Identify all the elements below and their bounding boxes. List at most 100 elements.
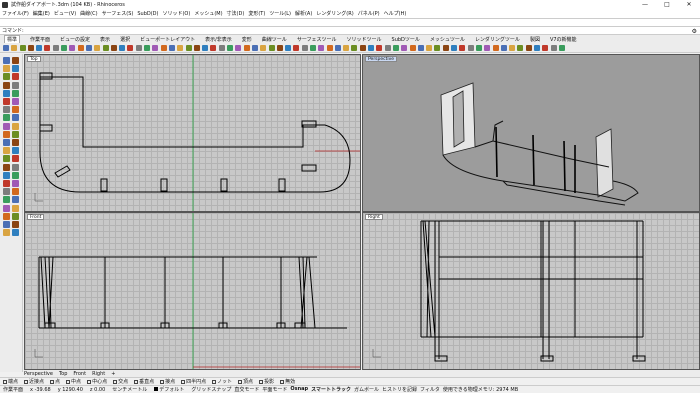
toolbar-tool-icon[interactable] — [492, 44, 499, 51]
toolbar-tool-icon[interactable] — [417, 44, 424, 51]
osnap-tan[interactable]: 接点 — [160, 378, 175, 385]
menu-edit[interactable]: 編集(E) — [33, 10, 50, 17]
toolbar-tool-icon[interactable] — [85, 44, 92, 51]
add-viewport-tab-button[interactable]: + — [111, 371, 115, 377]
osnap-point[interactable]: 点 — [50, 378, 60, 385]
palette-tool-icon[interactable] — [3, 81, 10, 89]
palette-tool-icon[interactable] — [12, 196, 19, 204]
tab-mesh-tools[interactable]: メッシュツール — [430, 36, 465, 43]
palette-tool-icon[interactable] — [3, 106, 10, 114]
palette-tool-icon[interactable] — [12, 212, 19, 220]
tab-select[interactable]: 選択 — [120, 36, 130, 43]
palette-tool-icon[interactable] — [3, 180, 10, 187]
toolbar-tool-icon[interactable] — [558, 44, 565, 51]
pane-osnap[interactable]: Osnap — [290, 386, 308, 393]
toolbar-tool-icon[interactable] — [202, 44, 209, 51]
toolbar-tool-icon[interactable] — [509, 44, 516, 51]
toolbar-tool-icon[interactable] — [160, 44, 167, 51]
palette-tool-icon[interactable] — [12, 171, 19, 179]
tab-perspective[interactable]: Perspective — [24, 371, 53, 377]
osnap-disable[interactable]: 無効 — [280, 378, 295, 385]
tab-top[interactable]: Top — [59, 371, 67, 377]
viewport-right[interactable]: Right — [362, 212, 700, 370]
palette-tool-icon[interactable] — [12, 106, 19, 114]
tab-set-view[interactable]: ビューの設定 — [60, 36, 90, 43]
palette-tool-icon[interactable] — [3, 212, 10, 220]
tab-solid-tools[interactable]: ソリッドツール — [347, 36, 382, 43]
tab-display[interactable]: 表示 — [100, 36, 110, 43]
osnap-quad[interactable]: 四半円点 — [181, 378, 206, 385]
palette-tool-icon[interactable] — [12, 147, 19, 155]
palette-tool-icon[interactable] — [12, 180, 19, 187]
osnap-mid[interactable]: 中点 — [66, 378, 81, 385]
palette-tool-icon[interactable] — [3, 122, 10, 130]
toolbar-tool-icon[interactable] — [218, 44, 225, 51]
toolbar-tool-icon[interactable] — [193, 44, 200, 51]
menu-help[interactable]: ヘルプ(H) — [384, 10, 407, 17]
toolbar-tool-icon[interactable] — [127, 44, 134, 51]
tab-subd-tools[interactable]: SubDツール — [392, 36, 420, 43]
toolbar-tool-icon[interactable] — [152, 44, 159, 51]
toolbar-tool-icon[interactable] — [550, 44, 557, 51]
palette-tool-icon[interactable] — [3, 89, 10, 97]
palette-tool-icon[interactable] — [12, 155, 19, 163]
tab-front[interactable]: Front — [73, 371, 86, 377]
toolbar-tool-icon[interactable] — [69, 44, 76, 51]
tab-transform[interactable]: 変形 — [242, 36, 252, 43]
toolbar-tool-icon[interactable] — [467, 44, 474, 51]
palette-tool-icon[interactable] — [12, 114, 19, 122]
toolbar-tool-icon[interactable] — [243, 44, 250, 51]
toolbar-tool-icon[interactable] — [434, 44, 441, 51]
tab-render-tools[interactable]: レンダリングツール — [475, 36, 520, 43]
palette-tool-icon[interactable] — [12, 130, 19, 138]
toolbar-tool-icon[interactable] — [351, 44, 358, 51]
palette-tool-icon[interactable] — [3, 65, 10, 73]
toolbar-tool-icon[interactable] — [409, 44, 416, 51]
toolbar-tool-icon[interactable] — [19, 44, 26, 51]
viewport-label-right[interactable]: Right — [365, 214, 383, 220]
palette-tool-icon[interactable] — [12, 57, 19, 64]
toolbar-tool-icon[interactable] — [227, 44, 234, 51]
osnap-knot[interactable]: ノット — [212, 378, 232, 385]
toolbar-tool-icon[interactable] — [77, 44, 84, 51]
viewport-label-front[interactable]: Front — [27, 214, 45, 220]
toolbar-tool-icon[interactable] — [343, 44, 350, 51]
palette-tool-icon[interactable] — [3, 114, 10, 122]
pane-gumball[interactable]: ガムボール — [354, 386, 379, 393]
viewport-label-top[interactable]: Top — [27, 56, 41, 62]
pane-planar[interactable]: 平面モード — [262, 386, 287, 393]
toolbar-tool-icon[interactable] — [210, 44, 217, 51]
viewport-top[interactable]: Top — [24, 54, 361, 212]
menu-view[interactable]: ビュー(V) — [54, 10, 76, 17]
tab-curve-tools[interactable]: 曲線ツール — [262, 36, 287, 43]
tab-drafting[interactable]: 製図 — [530, 36, 540, 43]
osnap-perp[interactable]: 垂直点 — [134, 378, 154, 385]
toolbar-tool-icon[interactable] — [119, 44, 126, 51]
palette-tool-icon[interactable] — [12, 163, 19, 171]
palette-tool-icon[interactable] — [12, 229, 19, 237]
toolbar-tool-icon[interactable] — [500, 44, 507, 51]
palette-tool-icon[interactable] — [3, 147, 10, 155]
pane-ortho[interactable]: 直交モード — [234, 386, 259, 393]
palette-tool-icon[interactable] — [12, 188, 19, 196]
palette-tool-icon[interactable] — [3, 204, 10, 212]
toolbar-tool-icon[interactable] — [276, 44, 283, 51]
toolbar-tool-icon[interactable] — [251, 44, 258, 51]
toolbar-tool-icon[interactable] — [534, 44, 540, 51]
toolbar-tool-icon[interactable] — [459, 44, 466, 51]
toolbar-tool-icon[interactable] — [426, 44, 433, 51]
toolbar-tool-icon[interactable] — [392, 44, 399, 51]
toolbar-tool-icon[interactable] — [484, 44, 491, 51]
palette-tool-icon[interactable] — [3, 229, 10, 237]
palette-tool-icon[interactable] — [3, 139, 10, 146]
palette-tool-icon[interactable] — [12, 139, 19, 146]
menu-solid[interactable]: ソリッド(O) — [162, 10, 190, 17]
tab-viewport-layout[interactable]: ビューポートレイアウト — [140, 36, 195, 43]
toolbar-tool-icon[interactable] — [102, 44, 109, 51]
toolbar-tool-icon[interactable] — [11, 44, 18, 51]
toolbar-tool-icon[interactable] — [318, 44, 325, 51]
menu-render[interactable]: レンダリング(R) — [316, 10, 353, 17]
menu-mesh[interactable]: メッシュ(M) — [194, 10, 222, 17]
toolbar-tool-icon[interactable] — [376, 44, 383, 51]
toolbar-tool-icon[interactable] — [144, 44, 151, 51]
